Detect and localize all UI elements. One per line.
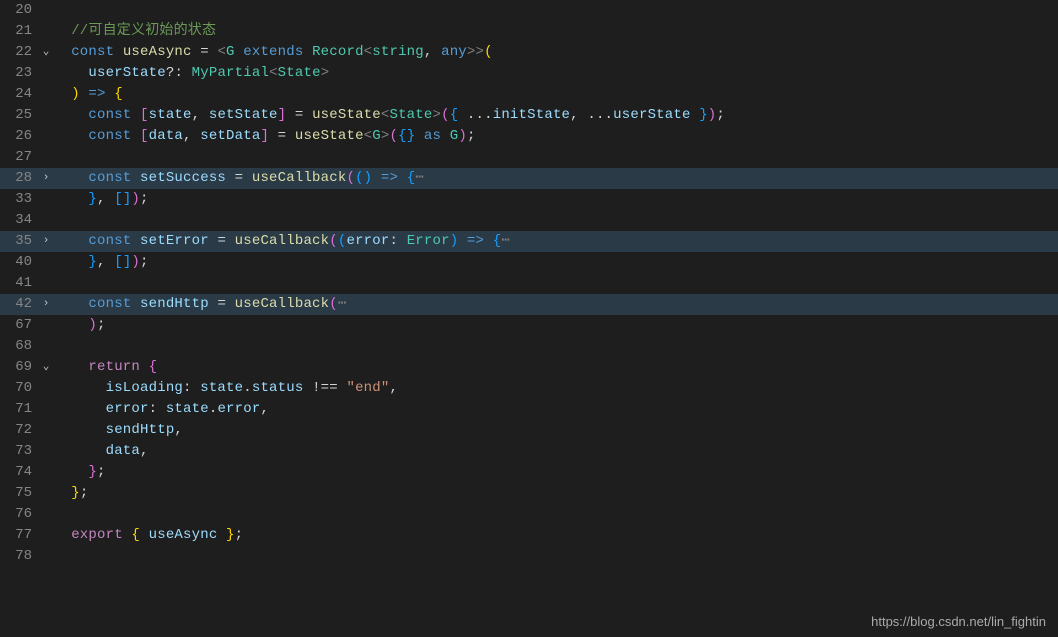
code-content[interactable]: error: state.error, <box>54 399 1058 420</box>
line-number: 20 <box>0 0 38 21</box>
line-number: 71 <box>0 399 38 420</box>
code-line[interactable]: 78 <box>0 546 1058 567</box>
code-line[interactable]: 73 data, <box>0 441 1058 462</box>
code-line[interactable]: 69⌄ return { <box>0 357 1058 378</box>
line-number: 70 <box>0 378 38 399</box>
fold-expanded-icon[interactable]: ⌄ <box>38 42 54 63</box>
code-content[interactable]: const setError = useCallback((error: Err… <box>54 231 1058 252</box>
code-line[interactable]: 72 sendHttp, <box>0 420 1058 441</box>
code-line[interactable]: 35› const setError = useCallback((error:… <box>0 231 1058 252</box>
code-line[interactable]: 75 }; <box>0 483 1058 504</box>
fold-collapsed-icon[interactable]: › <box>38 168 54 189</box>
line-number: 26 <box>0 126 38 147</box>
code-line[interactable]: 27 <box>0 147 1058 168</box>
line-number: 34 <box>0 210 38 231</box>
code-content[interactable]: const setSuccess = useCallback(() => {⋯ <box>54 168 1058 189</box>
line-number: 28 <box>0 168 38 189</box>
line-number: 24 <box>0 84 38 105</box>
code-content[interactable]: ); <box>54 315 1058 336</box>
line-number: 68 <box>0 336 38 357</box>
fold-expanded-icon[interactable]: ⌄ <box>38 357 54 378</box>
line-number: 78 <box>0 546 38 567</box>
code-line[interactable]: 41 <box>0 273 1058 294</box>
code-line[interactable]: 74 }; <box>0 462 1058 483</box>
fold-collapsed-icon[interactable]: › <box>38 294 54 315</box>
line-number: 22 <box>0 42 38 63</box>
line-number: 41 <box>0 273 38 294</box>
code-content[interactable]: const useAsync = <G extends Record<strin… <box>54 42 1058 63</box>
line-number: 21 <box>0 21 38 42</box>
code-line[interactable]: 42› const sendHttp = useCallback(⋯ <box>0 294 1058 315</box>
line-number: 23 <box>0 63 38 84</box>
code-content[interactable]: const [state, setState] = useState<State… <box>54 105 1058 126</box>
code-content[interactable]: }, []); <box>54 189 1058 210</box>
line-number: 40 <box>0 252 38 273</box>
code-content[interactable]: }; <box>54 462 1058 483</box>
code-editor[interactable]: 2021 //可自定义初始的状态22⌄ const useAsync = <G … <box>0 0 1058 637</box>
code-content[interactable]: const sendHttp = useCallback(⋯ <box>54 294 1058 315</box>
code-line[interactable]: 71 error: state.error, <box>0 399 1058 420</box>
code-line[interactable]: 68 <box>0 336 1058 357</box>
line-number: 76 <box>0 504 38 525</box>
code-line[interactable]: 21 //可自定义初始的状态 <box>0 21 1058 42</box>
line-number: 77 <box>0 525 38 546</box>
line-number: 33 <box>0 189 38 210</box>
code-content[interactable]: userState?: MyPartial<State> <box>54 63 1058 84</box>
watermark-text: https://blog.csdn.net/lin_fightin <box>871 614 1046 629</box>
code-line[interactable]: 22⌄ const useAsync = <G extends Record<s… <box>0 42 1058 63</box>
code-content[interactable]: }; <box>54 483 1058 504</box>
code-content[interactable]: export { useAsync }; <box>54 525 1058 546</box>
code-line[interactable]: 24 ) => { <box>0 84 1058 105</box>
line-number: 75 <box>0 483 38 504</box>
code-line[interactable]: 76 <box>0 504 1058 525</box>
code-content[interactable]: isLoading: state.status !== "end", <box>54 378 1058 399</box>
code-line[interactable]: 34 <box>0 210 1058 231</box>
code-line[interactable]: 28› const setSuccess = useCallback(() =>… <box>0 168 1058 189</box>
line-number: 27 <box>0 147 38 168</box>
line-number: 25 <box>0 105 38 126</box>
code-content[interactable]: return { <box>54 357 1058 378</box>
code-content[interactable]: }, []); <box>54 252 1058 273</box>
code-line[interactable]: 26 const [data, setData] = useState<G>({… <box>0 126 1058 147</box>
code-line[interactable]: 67 ); <box>0 315 1058 336</box>
line-number: 35 <box>0 231 38 252</box>
code-line[interactable]: 77 export { useAsync }; <box>0 525 1058 546</box>
line-number: 72 <box>0 420 38 441</box>
line-number: 73 <box>0 441 38 462</box>
code-line[interactable]: 20 <box>0 0 1058 21</box>
code-line[interactable]: 40 }, []); <box>0 252 1058 273</box>
code-line[interactable]: 70 isLoading: state.status !== "end", <box>0 378 1058 399</box>
code-content[interactable]: sendHttp, <box>54 420 1058 441</box>
line-number: 42 <box>0 294 38 315</box>
code-content[interactable]: data, <box>54 441 1058 462</box>
line-number: 67 <box>0 315 38 336</box>
code-line[interactable]: 33 }, []); <box>0 189 1058 210</box>
code-line[interactable]: 23 userState?: MyPartial<State> <box>0 63 1058 84</box>
code-content[interactable]: //可自定义初始的状态 <box>54 21 1058 42</box>
line-number: 74 <box>0 462 38 483</box>
line-number: 69 <box>0 357 38 378</box>
fold-collapsed-icon[interactable]: › <box>38 231 54 252</box>
code-content[interactable]: const [data, setData] = useState<G>({} a… <box>54 126 1058 147</box>
code-content[interactable]: ) => { <box>54 84 1058 105</box>
code-line[interactable]: 25 const [state, setState] = useState<St… <box>0 105 1058 126</box>
